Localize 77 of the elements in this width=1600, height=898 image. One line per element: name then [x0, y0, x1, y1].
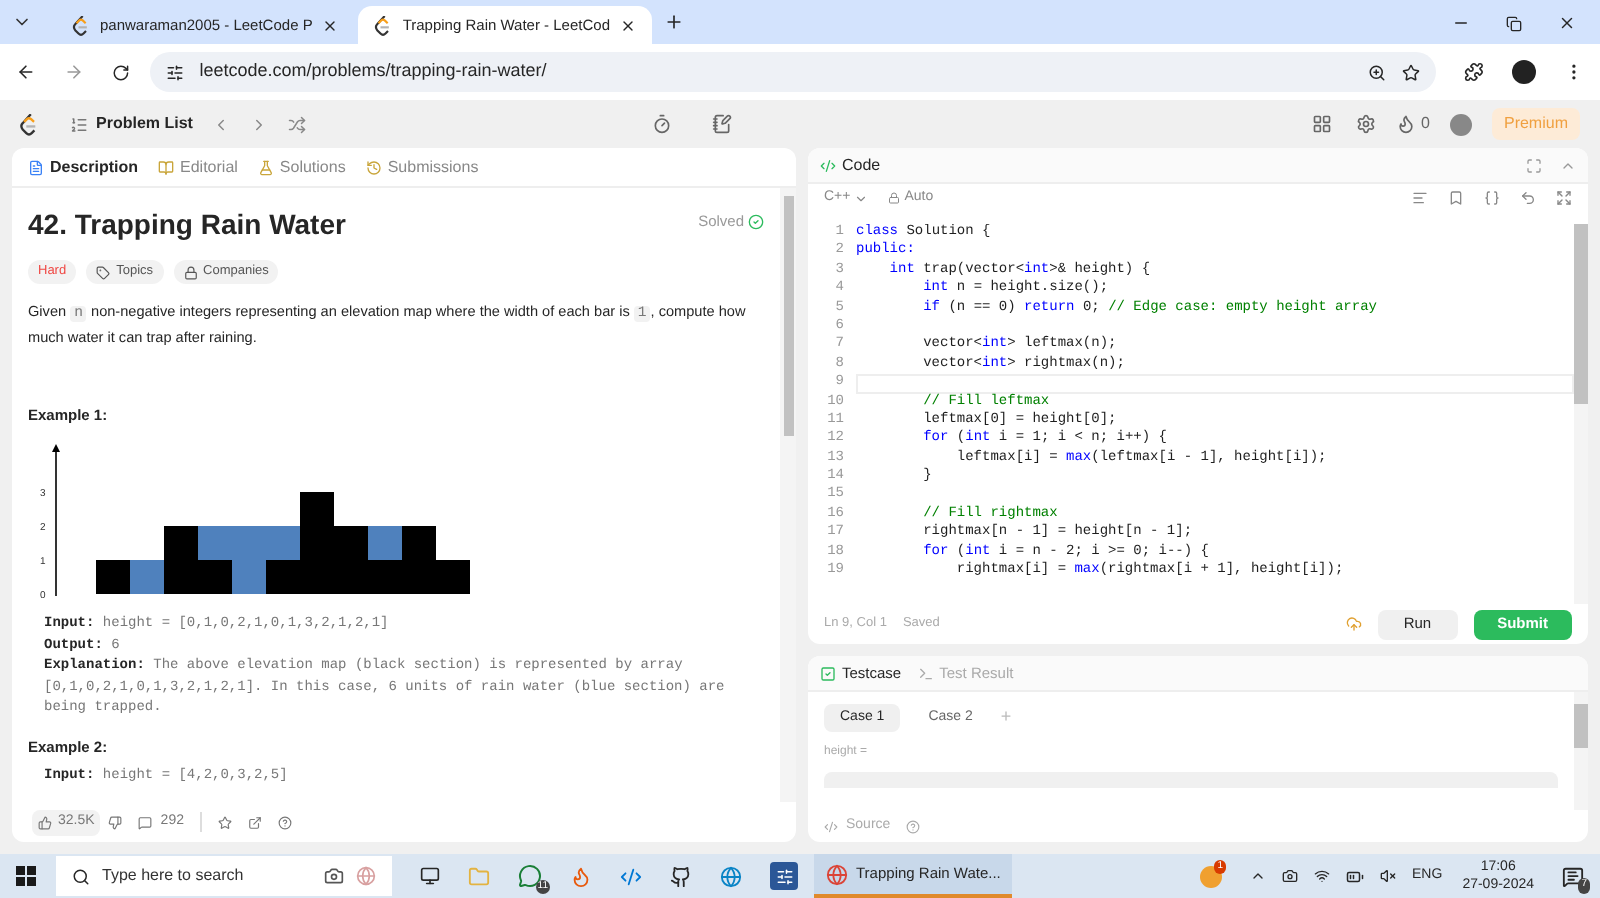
share-icon[interactable]: [247, 815, 262, 829]
problem-list-link[interactable]: Problem List: [96, 112, 193, 136]
help-icon[interactable]: [277, 815, 292, 829]
user-avatar[interactable]: [1449, 113, 1472, 135]
close-icon[interactable]: [620, 17, 636, 33]
panel-tab[interactable]: Submissions: [387, 155, 479, 179]
search-field[interactable]: Type here to search: [56, 856, 392, 896]
close-icon[interactable]: [1558, 14, 1576, 32]
notes-icon[interactable]: [711, 114, 732, 134]
book-icon: [158, 159, 175, 175]
layout-icon[interactable]: [1311, 114, 1332, 134]
panel-title: Code: [842, 153, 881, 177]
site-info-icon[interactable]: [165, 63, 184, 81]
panel-tab[interactable]: Solutions: [279, 155, 346, 179]
scroll-bar[interactable]: [780, 188, 796, 802]
windows-logo-icon[interactable]: [16, 866, 36, 886]
problem-title: 42. Trapping Rain Water: [28, 206, 346, 244]
fullscreen-icon[interactable]: [1556, 190, 1572, 206]
caret-icon[interactable]: [1250, 868, 1267, 884]
app-icon[interactable]: [775, 867, 793, 885]
reset-icon[interactable]: [1520, 190, 1536, 206]
back-icon[interactable]: [16, 62, 36, 82]
code-editor-icon[interactable]: [620, 865, 642, 887]
dislike-icon[interactable]: [108, 815, 123, 829]
bookmark-icon[interactable]: [1402, 63, 1421, 81]
task-view-icon[interactable]: [420, 866, 440, 886]
browser-icon: [826, 863, 848, 885]
extensions-icon[interactable]: [1464, 62, 1485, 82]
profile-avatar[interactable]: [1512, 60, 1537, 84]
lock-icon: [183, 265, 198, 279]
caret-icon: [854, 191, 869, 205]
address-bar[interactable]: leetcode.com/problems/trapping-rain-water/: [149, 52, 1437, 92]
history-icon: [365, 159, 382, 175]
code-icon: [824, 819, 838, 833]
leetcode-logo-icon[interactable]: [20, 113, 38, 135]
search-icon: [72, 867, 90, 885]
scroll-bar[interactable]: [1574, 692, 1588, 810]
list-icon[interactable]: [70, 115, 88, 133]
forward-icon[interactable]: [63, 62, 84, 82]
check-circle-icon: [748, 213, 764, 230]
panel-tab[interactable]: Editorial: [180, 155, 238, 179]
battery-icon[interactable]: [1346, 867, 1365, 885]
leetcode-logo-icon[interactable]: [72, 15, 90, 35]
code-icon: [820, 157, 836, 173]
streak-icon[interactable]: [1395, 114, 1416, 134]
description-icon: [28, 159, 44, 175]
close-icon[interactable]: [322, 17, 339, 33]
camera-icon: [324, 866, 344, 886]
github-icon[interactable]: [670, 865, 692, 887]
lock-icon: [888, 192, 901, 204]
browser-icon[interactable]: [720, 865, 742, 887]
star-icon[interactable]: [217, 815, 232, 829]
leetcode-logo-icon[interactable]: [374, 15, 393, 35]
format-icon[interactable]: [1412, 190, 1428, 206]
flask-icon: [257, 159, 274, 175]
app-tray-icon[interactable]: [1200, 865, 1223, 887]
timer-icon[interactable]: [651, 114, 672, 134]
volume-muted-icon[interactable]: [1380, 868, 1397, 884]
streak-count: 0: [1421, 112, 1430, 136]
terminal-icon: [917, 665, 934, 681]
panel-tab[interactable]: Description: [50, 155, 139, 179]
reload-icon[interactable]: [111, 63, 130, 81]
thumbs-up-icon: [38, 815, 52, 829]
tag-icon: [96, 265, 111, 279]
comment-icon[interactable]: [138, 815, 153, 829]
restore-icon[interactable]: [1506, 16, 1522, 32]
scroll-bar[interactable]: [1574, 224, 1588, 604]
chat-app-icon[interactable]: [518, 864, 542, 888]
braces-icon[interactable]: [1484, 190, 1500, 206]
notifications-icon[interactable]: [1562, 865, 1584, 887]
settings-icon[interactable]: [1355, 114, 1376, 134]
wifi-icon[interactable]: [1314, 868, 1331, 884]
url-text: leetcode.com/problems/trapping-rain-water/: [199, 58, 549, 85]
checkbox-icon: [820, 665, 836, 681]
zoom-icon[interactable]: [1368, 63, 1387, 81]
new-tab-icon[interactable]: [664, 12, 684, 32]
shuffle-icon[interactable]: [288, 115, 307, 133]
